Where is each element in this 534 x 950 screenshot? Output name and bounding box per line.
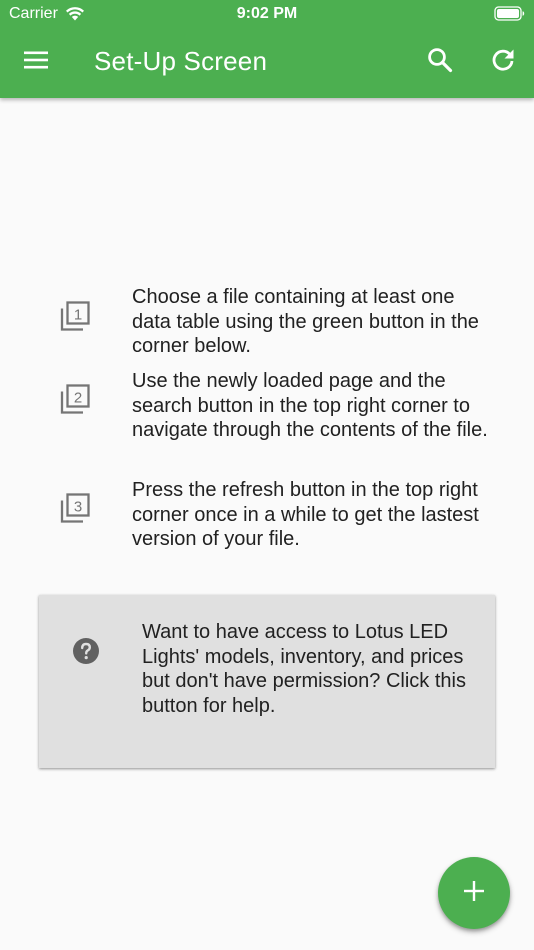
battery-icon <box>494 6 525 26</box>
filter-2-icon: 2 <box>58 383 92 417</box>
step-2-text: Use the newly loaded page and the search… <box>132 370 488 441</box>
search-button[interactable] <box>418 40 462 84</box>
svg-text:2: 2 <box>74 390 82 407</box>
filter-1-icon: 1 <box>58 300 92 334</box>
page-title: Set-Up Screen <box>94 46 268 76</box>
help-card-text: Want to have access to Lotus LED Lights'… <box>142 621 466 717</box>
status-time: 9:02 PM <box>236 5 298 22</box>
search-icon <box>427 47 453 78</box>
add-file-fab[interactable] <box>438 857 510 929</box>
toolbar: Set-Up Screen <box>0 28 534 98</box>
menu-button[interactable] <box>14 40 58 84</box>
svg-text:1: 1 <box>74 307 82 324</box>
step-1-text: Choose a file containing at least one da… <box>132 286 479 357</box>
status-bar: Carrier 9:02 PM <box>0 0 534 28</box>
svg-text:3: 3 <box>74 499 82 516</box>
app-bar: Carrier 9:02 PM Set-Up Screen <box>0 0 534 98</box>
step-3-text: Press the refresh button in the top righ… <box>132 479 479 550</box>
filter-3-icon: 3 <box>58 492 92 526</box>
help-circle-icon <box>72 637 100 670</box>
menu-icon <box>23 50 49 75</box>
refresh-icon <box>490 47 516 78</box>
add-icon <box>463 880 485 907</box>
refresh-button[interactable] <box>481 40 525 84</box>
help-card-button[interactable]: Want to have access to Lotus LED Lights'… <box>39 595 495 768</box>
